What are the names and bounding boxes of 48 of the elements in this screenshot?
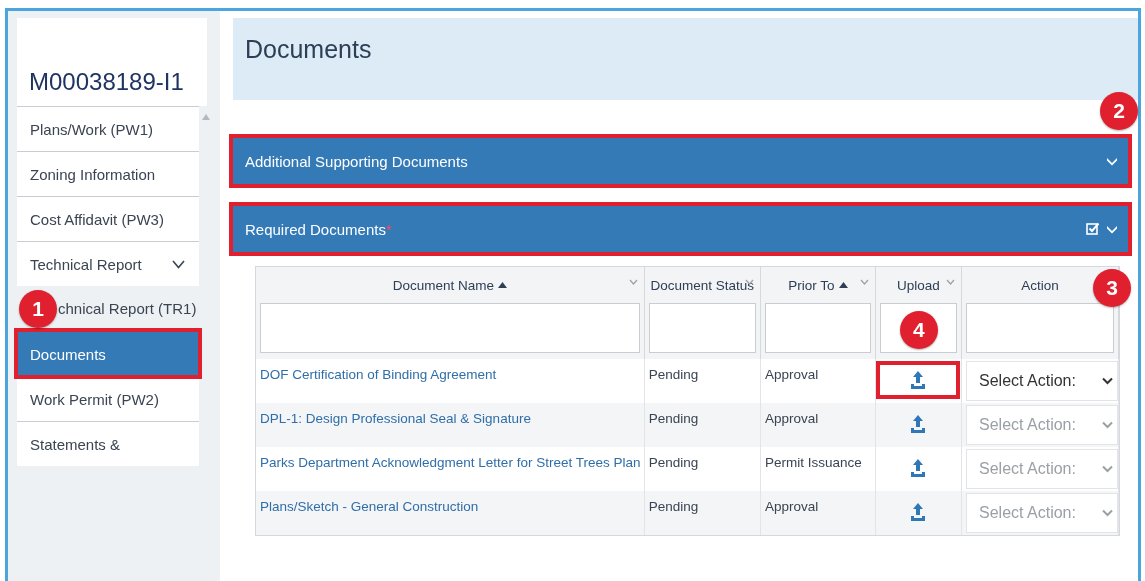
upload-button[interactable] (876, 361, 961, 399)
document-link[interactable]: DOF Certification of Binding Agreement (260, 367, 497, 382)
sidebar-item[interactable]: Documents (17, 331, 199, 376)
table-cell: Approval (765, 367, 819, 382)
upload-icon (910, 502, 927, 522)
document-link[interactable]: Plans/Sketch - General Construction (260, 499, 479, 514)
sidebar-item[interactable]: Statements & (17, 421, 199, 466)
sidebar-item[interactable]: Technical Report (17, 241, 199, 286)
table-cell: Pending (648, 367, 699, 382)
sidebar-item[interactable]: Plans/Work (PW1) (17, 106, 199, 151)
callout-badge: 3 (1093, 269, 1131, 307)
chevron-icon[interactable] (172, 259, 185, 269)
action-select[interactable]: Select Action: (966, 361, 1118, 401)
filter-field[interactable] (260, 303, 640, 353)
callout-badge: 1 (19, 289, 57, 328)
filter-field[interactable] (765, 303, 871, 353)
section-title: Required Documents* (245, 220, 392, 238)
table-cell: Pending (648, 455, 699, 470)
filter-field[interactable] (648, 303, 757, 353)
sidebar-item[interactable]: chnical Report (TR1) (58, 300, 197, 317)
table-cell: Pending (648, 411, 699, 426)
upload-icon (910, 458, 927, 478)
chevron-down-icon[interactable] (1106, 224, 1118, 234)
document-link[interactable]: Parks Department Acknowledgment Letter for Street Trees Plan (260, 455, 641, 470)
checkbox-icon[interactable] (1086, 222, 1100, 236)
upload-icon (910, 370, 927, 390)
sidebar-item[interactable]: Cost Affidavit (PW3) (17, 196, 199, 241)
sidebar-item[interactable]: Zoning Information (17, 151, 199, 196)
table-cell: Approval (765, 411, 819, 426)
upload-icon (910, 414, 927, 434)
record-id: M00038189-I1 (17, 18, 207, 106)
column-menu-icon[interactable] (745, 279, 755, 285)
column-header[interactable]: Prior To (788, 277, 835, 293)
filter-field[interactable] (966, 303, 1114, 353)
column-header[interactable]: Action (1021, 277, 1059, 293)
table-cell: Pending (648, 499, 699, 514)
chevron-down-icon[interactable] (1106, 156, 1118, 166)
column-header[interactable]: Document Status (650, 277, 755, 293)
column-header[interactable]: Document Name (392, 277, 494, 293)
sort-ascending-icon[interactable] (497, 282, 507, 288)
page-title: Documents (245, 34, 372, 64)
column-header[interactable]: Upload (897, 277, 940, 293)
table-cell: Permit Issuance (765, 455, 862, 470)
sidebar-item[interactable]: Work Permit (PW2) (17, 376, 199, 421)
sort-ascending-icon[interactable] (838, 282, 848, 288)
section-title: Additional Supporting Documents (245, 152, 468, 170)
callout-badge: 2 (1100, 92, 1138, 130)
table-cell: Approval (765, 499, 819, 514)
